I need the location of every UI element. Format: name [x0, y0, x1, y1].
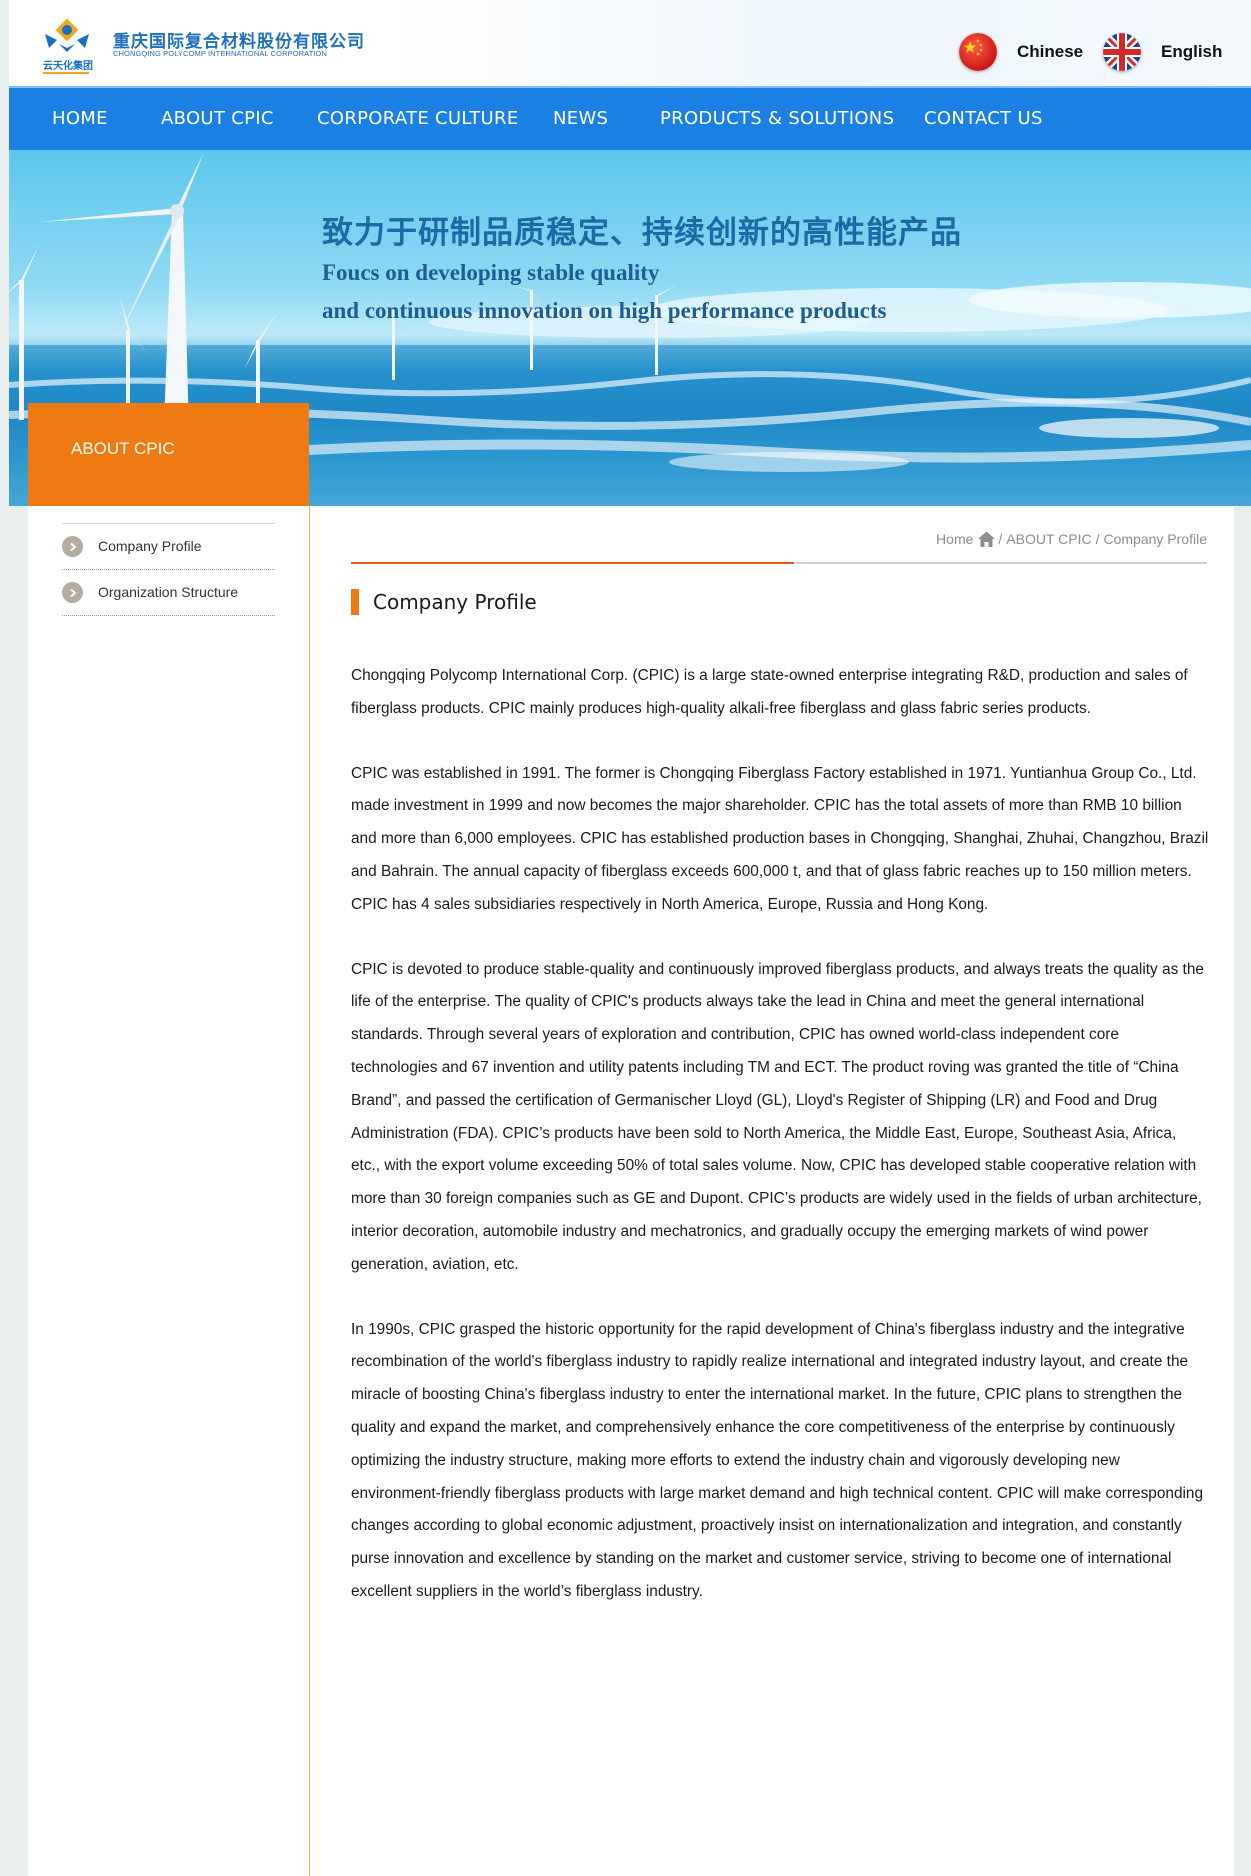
main-nav: HOME ABOUT CPIC CORPORATE CULTURE NEWS P…	[9, 86, 1251, 150]
home-icon[interactable]	[977, 530, 996, 548]
banner-slogan-cn: 致力于研制品质稳定、持续创新的高性能产品	[322, 215, 962, 251]
article-paragraph: CPIC is devoted to produce stable-qualit…	[351, 960, 1204, 1273]
article-paragraph: CPIC was established in 1991. The former…	[351, 764, 1209, 913]
nav-item-news[interactable]: NEWS	[553, 88, 608, 150]
breadcrumb-section-link[interactable]: ABOUT CPIC	[1006, 531, 1091, 547]
sidebar-header: ABOUT CPIC	[28, 403, 309, 506]
breadcrumb-home-link[interactable]: Home	[936, 531, 973, 547]
uk-flag-icon	[1103, 33, 1141, 71]
chevron-right-icon	[62, 536, 83, 557]
article-body: Chongqing Polycomp International Corp. (…	[351, 660, 1209, 1641]
language-english-button[interactable]: English	[1103, 32, 1222, 72]
breadcrumb-current: Company Profile	[1103, 531, 1208, 547]
sidebar-item-label: Organization Structure	[98, 584, 239, 600]
page: 云天化集团 重庆国际复合材料股份有限公司 CHONGQING POLYCOMP …	[0, 0, 1251, 1876]
company-logo-icon[interactable]: 云天化集团	[39, 8, 111, 80]
title-divider-accent	[351, 562, 794, 564]
breadcrumb-separator: /	[1095, 531, 1100, 547]
article-paragraph: In 1990s, CPIC grasped the historic oppo…	[351, 1320, 1204, 1600]
sidebar: Company Profile Organization Structure	[28, 506, 310, 1876]
language-chinese-button[interactable]: Chinese	[959, 32, 1083, 72]
title-divider	[351, 562, 1207, 564]
sidebar-title: ABOUT CPIC	[71, 439, 175, 458]
page-title: Company Profile	[351, 588, 537, 616]
nav-item-home[interactable]: HOME	[52, 88, 108, 150]
nav-item-about-cpic[interactable]: ABOUT CPIC	[161, 88, 274, 150]
sidebar-item-company-profile[interactable]: Company Profile	[62, 524, 275, 570]
china-flag-icon	[959, 33, 997, 71]
sidebar-item-label: Company Profile	[98, 538, 202, 554]
nav-item-products-solutions[interactable]: PRODUCTS & SOLUTIONS	[660, 88, 894, 150]
group-logo-text: 云天化集团	[43, 59, 93, 72]
nav-item-corporate-culture[interactable]: CORPORATE CULTURE	[317, 88, 519, 150]
breadcrumb: Home / ABOUT CPIC / Company Profile	[936, 530, 1207, 548]
sidebar-item-organization-structure[interactable]: Organization Structure	[62, 570, 275, 616]
banner-slogan-en-line1: Foucs on developing stable quality	[322, 260, 660, 285]
page-title-text: Company Profile	[373, 590, 537, 614]
language-chinese-label: Chinese	[1017, 42, 1084, 61]
nav-item-contact-us[interactable]: CONTACT US	[924, 88, 1043, 150]
header-bar: 云天化集团 重庆国际复合材料股份有限公司 CHONGQING POLYCOMP …	[9, 0, 1251, 86]
sidebar-divider	[309, 506, 310, 1876]
article-paragraph: Chongqing Polycomp International Corp. (…	[351, 667, 1188, 717]
breadcrumb-separator: /	[998, 531, 1003, 547]
sidebar-menu: Company Profile Organization Structure	[62, 523, 275, 616]
language-english-label: English	[1161, 42, 1223, 61]
title-marker	[351, 589, 359, 615]
banner-slogan-en-line2: and continuous innovation on high perfor…	[322, 298, 887, 323]
chevron-right-icon	[62, 582, 83, 603]
company-name-en: CHONGQING POLYCOMP INTERNATIONAL CORPORA…	[113, 49, 328, 58]
